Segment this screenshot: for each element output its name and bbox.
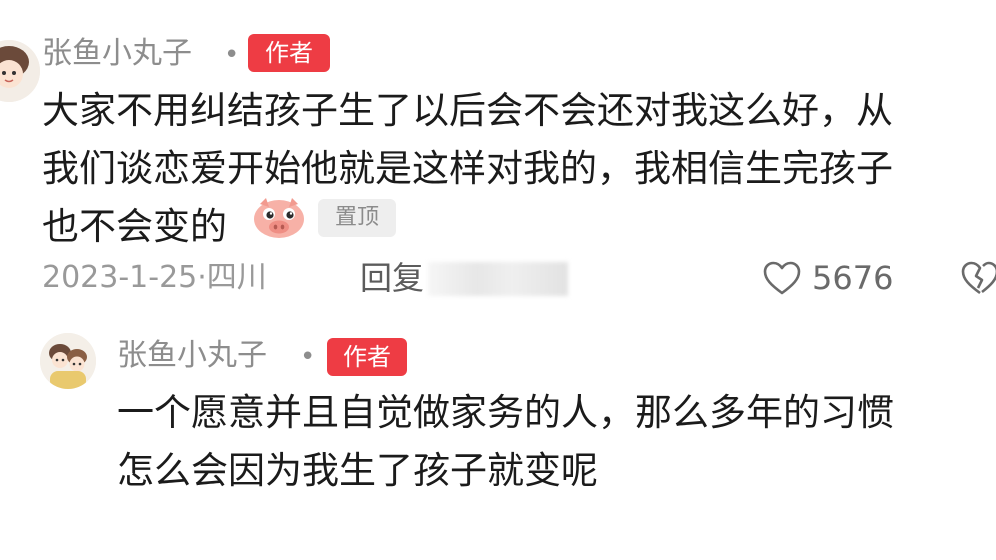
comment-thread: 张鱼小丸子 • 作者 大家不用纠结孩子生了以后会不会还对我这么好，从 我们谈恋爱… — [0, 0, 996, 560]
username-separator: • — [300, 342, 316, 372]
comment-body[interactable]: 大家不用纠结孩子生了以后会不会还对我这么好，从 我们谈恋爱开始他就是这样对我的，… — [42, 82, 893, 256]
reply-line: 怎么会因为我生了孩子就变呢 — [117, 449, 598, 492]
like-count: 5676 — [812, 259, 894, 297]
reply-username[interactable]: 张鱼小丸子 — [117, 338, 267, 374]
pig-face-icon — [254, 198, 304, 238]
redacted-region — [428, 262, 568, 296]
broken-heart-icon[interactable] — [960, 260, 996, 296]
comment-line: 我们谈恋爱开始他就是这样对我的，我相信生完孩子 — [42, 147, 893, 190]
reply-button[interactable]: 回复 — [360, 258, 424, 298]
heart-outline-icon[interactable] — [762, 260, 802, 296]
comment-line: 大家不用纠结孩子生了以后会不会还对我这么好，从 — [42, 89, 893, 132]
comment-date-location: 2023-1-25·四川 — [42, 260, 267, 295]
reply-line: 一个愿意并且自觉做家务的人，那么多年的习惯 — [117, 391, 894, 434]
avatar[interactable] — [0, 40, 40, 102]
comment-line: 也不会变的 — [42, 205, 227, 248]
avatar-illustration-icon — [40, 333, 96, 389]
avatar-illustration-icon — [0, 40, 40, 102]
reply-body[interactable]: 一个愿意并且自觉做家务的人，那么多年的习惯 怎么会因为我生了孩子就变呢 — [117, 384, 894, 500]
author-badge: 作者 — [248, 34, 330, 72]
comment-username[interactable]: 张鱼小丸子 — [42, 36, 192, 72]
reply-avatar[interactable] — [40, 333, 96, 389]
username-separator: • — [224, 40, 240, 70]
pinned-badge: 置顶 — [318, 199, 396, 237]
author-badge: 作者 — [327, 338, 407, 376]
